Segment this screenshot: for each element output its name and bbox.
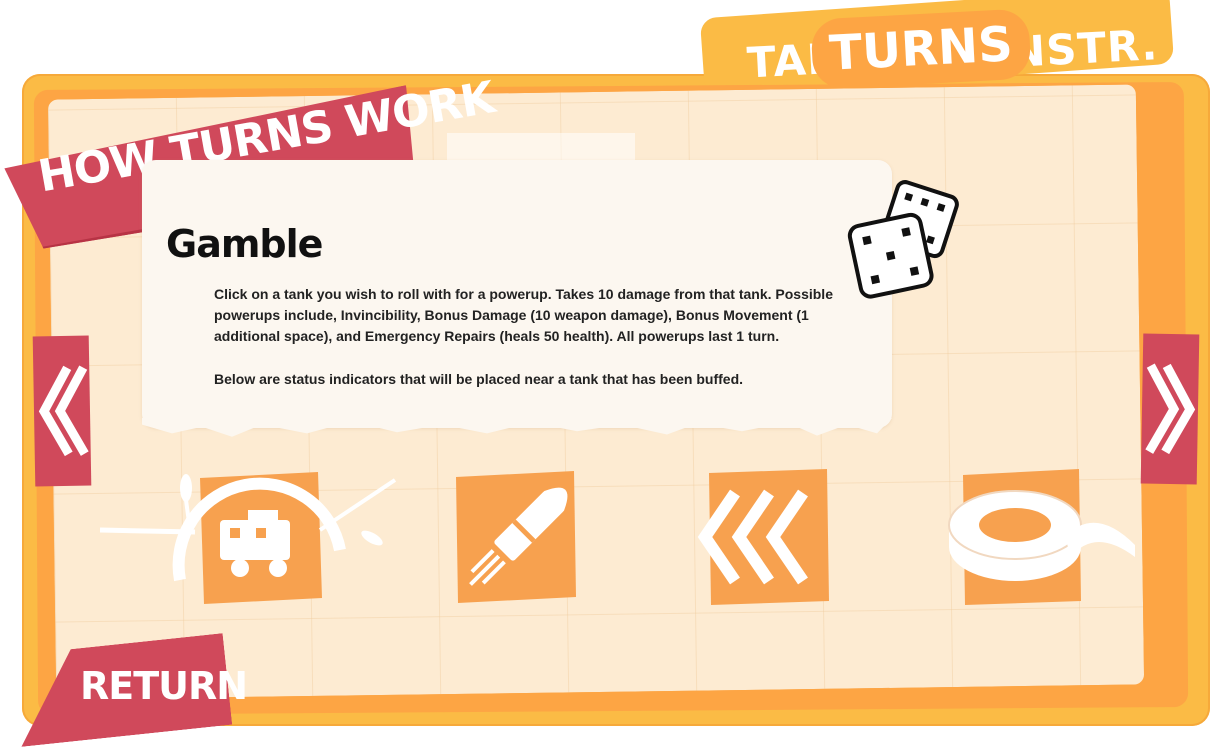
next-page-button[interactable] (1140, 333, 1200, 485)
emergency-repairs-tape-icon (948, 469, 1135, 605)
tab-turns[interactable]: TURNS (810, 8, 1032, 90)
tab-instructions[interactable]: NSTR. (1009, 20, 1159, 77)
dice-icon (847, 180, 959, 299)
invincibility-status-icon (100, 472, 397, 604)
card-body: Click on a tank you wish to roll with fo… (214, 284, 834, 412)
card-title: Gamble (166, 222, 323, 266)
card-paragraph: Click on a tank you wish to roll with fo… (214, 286, 833, 344)
card-paragraph: Below are status indicators that will be… (214, 371, 744, 387)
double-chevron-right-icon (1145, 363, 1196, 455)
double-chevron-left-icon (38, 365, 89, 457)
bonus-damage-bullet-icon (456, 471, 576, 603)
return-button[interactable]: RETURN (80, 664, 248, 708)
previous-page-button[interactable] (32, 335, 92, 487)
bonus-movement-chevrons-icon (697, 469, 829, 605)
